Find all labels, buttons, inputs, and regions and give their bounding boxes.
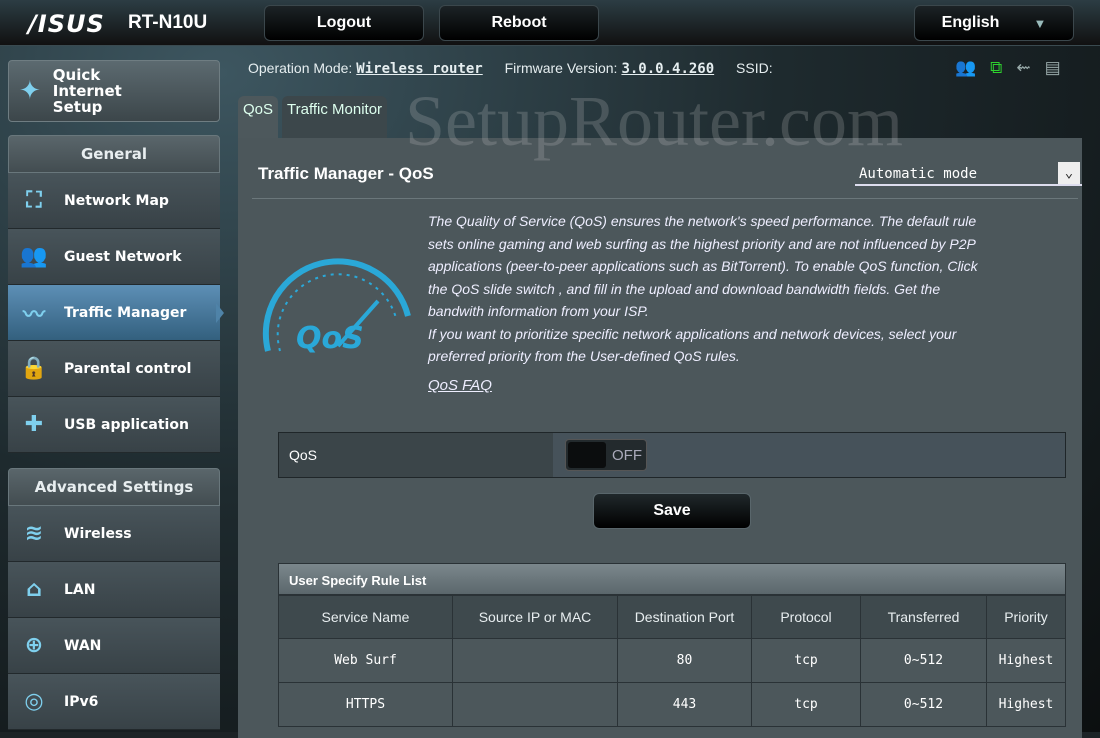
sidebar-label: WAN	[64, 637, 102, 654]
watermark: SetupRouter.com	[405, 81, 903, 161]
table-row: HTTPS 443 tcp 0~512 Highest	[278, 682, 1066, 727]
quick-setup-label: Quick Internet Setup	[52, 66, 122, 116]
gauge-label: QoS	[296, 321, 364, 356]
sidebar-item-traffic-manager[interactable]: 〰 Traffic Manager	[8, 285, 224, 341]
qos-label: QoS	[279, 433, 553, 477]
description-p2: If you want to prioritize specific netwo…	[428, 325, 957, 365]
tab-qos[interactable]: QoS	[238, 96, 279, 138]
traffic-icon: 〰	[22, 302, 45, 328]
col-transferred: Transferred	[860, 595, 987, 639]
main-panel: Traffic Manager - QoS Automatic mode ⌄ Qo…	[238, 138, 1082, 738]
cell: Highest	[986, 638, 1066, 683]
cell: tcp	[751, 638, 861, 683]
table-header: Service Name Source IP or MAC Destinatio…	[278, 595, 1066, 639]
firmware-link[interactable]: 3.0.0.4.260	[621, 61, 714, 77]
cell	[452, 638, 618, 683]
cell: Web Surf	[278, 638, 453, 683]
globe-icon: ⊕	[24, 633, 44, 658]
magic-wand-icon: ✦	[19, 76, 41, 106]
reboot-button[interactable]: Reboot	[439, 5, 599, 41]
puzzle-icon: ✚	[24, 412, 44, 437]
cell: Highest	[986, 682, 1066, 727]
clients-icon[interactable]: 👥	[955, 58, 976, 78]
network-map-icon: ⛶	[26, 188, 42, 213]
sidebar-item-wan[interactable]: ⊕ WAN	[8, 618, 220, 674]
op-mode-label: Operation Mode:	[248, 60, 353, 76]
usb-icon[interactable]: ⇜	[1016, 58, 1030, 78]
model-name: RT-N10U	[128, 12, 208, 33]
op-mode-link[interactable]: Wireless router	[356, 61, 482, 77]
ssid-label: SSID:	[736, 60, 773, 76]
description-p1: The Quality of Service (QoS) ensures the…	[428, 213, 978, 319]
qos-faq-link[interactable]: QoS FAQ	[428, 377, 492, 394]
sidebar-label: Guest Network	[64, 248, 182, 265]
table-row: Web Surf 80 tcp 0~512 Highest	[278, 638, 1066, 683]
qos-mode-select[interactable]: Automatic mode ⌄	[855, 162, 1082, 186]
sidebar-label: Network Map	[64, 192, 169, 209]
toggle-state: OFF	[612, 447, 642, 464]
language-select[interactable]: English ▼	[914, 5, 1074, 41]
printer-icon[interactable]: ▤	[1045, 58, 1061, 78]
sidebar-item-parental-control[interactable]: 🔒 Parental control	[8, 341, 220, 397]
firmware-label: Firmware Version:	[504, 60, 618, 76]
rule-table: Service Name Source IP or MAC Destinatio…	[278, 595, 1066, 727]
sidebar-item-usb-application[interactable]: ✚ USB application	[8, 397, 220, 453]
cell	[452, 682, 618, 727]
sidebar-item-network-map[interactable]: ⛶ Network Map	[8, 173, 220, 229]
page-title: Traffic Manager - QoS	[258, 164, 434, 183]
status-line: Operation Mode: Wireless router Firmware …	[248, 60, 773, 77]
language-label: English	[941, 14, 1000, 31]
logout-button[interactable]: Logout	[264, 5, 424, 41]
home-icon: ⌂	[26, 577, 42, 602]
qos-gauge-icon: QoS	[262, 258, 411, 356]
sidebar-item-wireless[interactable]: ≋ Wireless	[8, 506, 220, 562]
cell: tcp	[751, 682, 861, 727]
status-icons: 👥 ⧉ ⇜ ▤	[955, 58, 1061, 78]
col-priority: Priority	[986, 595, 1066, 639]
general-header: General	[8, 135, 220, 173]
sidebar-item-ipv6[interactable]: ◎ IPv6	[8, 674, 220, 730]
guest-icon: 👥	[20, 244, 48, 269]
tab-bar: QoS Traffic Monitor	[238, 96, 388, 138]
dropdown-arrow-icon: ▼	[1033, 15, 1047, 31]
network-icon[interactable]: ⧉	[990, 58, 1002, 78]
sidebar-label: Wireless	[64, 525, 132, 542]
sidebar-label: Parental control	[64, 360, 192, 377]
ipv6-icon: ◎	[24, 689, 44, 714]
advanced-header: Advanced Settings	[8, 468, 220, 506]
save-button[interactable]: Save	[593, 493, 751, 529]
qos-description: The Quality of Service (QoS) ensures the…	[428, 210, 988, 368]
asus-logo: /ISUS	[28, 10, 105, 38]
chevron-down-icon: ⌄	[1058, 162, 1080, 184]
cell: 0~512	[860, 638, 987, 683]
toggle-knob	[568, 442, 606, 468]
mode-value: Automatic mode	[859, 166, 978, 182]
quick-internet-setup[interactable]: ✦ Quick Internet Setup	[8, 60, 220, 122]
col-source: Source IP or MAC	[452, 595, 618, 639]
cell: 443	[617, 682, 752, 727]
col-service-name: Service Name	[278, 595, 453, 639]
qos-setting-row: QoS OFF	[278, 432, 1066, 478]
lock-icon: 🔒	[20, 356, 48, 381]
divider	[252, 198, 1078, 199]
col-dest-port: Destination Port	[617, 595, 752, 639]
advanced-menu: Advanced Settings ≋ Wireless ⌂ LAN ⊕ WAN ◎ I…	[8, 468, 220, 730]
sidebar-label: USB application	[64, 416, 189, 433]
cell: HTTPS	[278, 682, 453, 727]
wifi-icon: ≋	[24, 521, 44, 546]
sidebar-label: LAN	[64, 581, 96, 598]
qos-toggle[interactable]: OFF	[565, 439, 647, 471]
cell: 0~512	[860, 682, 987, 727]
top-bar: /ISUS RT-N10U Logout Reboot English ▼	[0, 0, 1100, 46]
rule-list-title: User Specify Rule List	[278, 563, 1066, 595]
sidebar-label: Traffic Manager	[64, 304, 187, 321]
general-menu: General ⛶ Network Map 👥 Guest Network 〰 Tra…	[8, 135, 224, 453]
tab-traffic-monitor[interactable]: Traffic Monitor	[282, 96, 388, 138]
sidebar-label: IPv6	[64, 693, 99, 710]
col-protocol: Protocol	[751, 595, 861, 639]
sidebar-item-lan[interactable]: ⌂ LAN	[8, 562, 220, 618]
sidebar-item-guest-network[interactable]: 👥 Guest Network	[8, 229, 220, 285]
cell: 80	[617, 638, 752, 683]
